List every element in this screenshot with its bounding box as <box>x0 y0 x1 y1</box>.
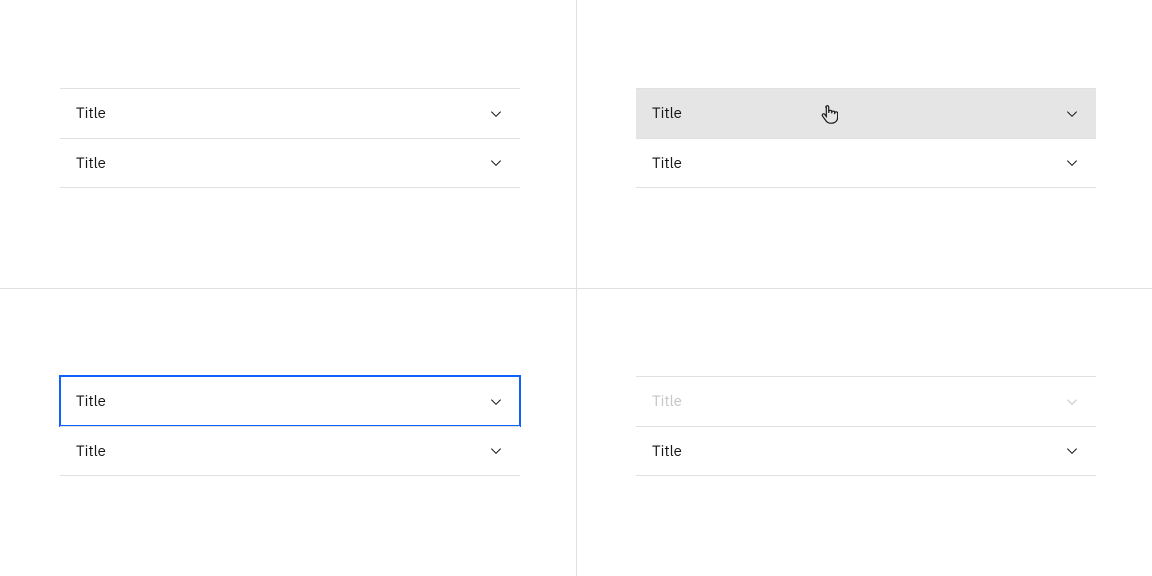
accordion: Title Title <box>60 376 520 476</box>
chevron-down-icon <box>1064 443 1080 459</box>
accordion-title: Title <box>652 392 1064 411</box>
accordion-item[interactable]: Title <box>60 376 520 426</box>
accordion-title: Title <box>652 104 1064 123</box>
accordion-title: Title <box>76 154 488 173</box>
divider-horizontal <box>0 288 1152 289</box>
accordion-title: Title <box>652 154 1064 173</box>
accordion-title: Title <box>76 442 488 461</box>
chevron-down-icon <box>488 106 504 122</box>
accordion-title: Title <box>76 392 488 411</box>
accordion-item[interactable]: Title <box>60 88 520 138</box>
cursor-pointer-icon <box>820 104 838 124</box>
accordion-title: Title <box>652 442 1064 461</box>
accordion: Title Title <box>60 88 520 188</box>
chevron-down-icon <box>1064 155 1080 171</box>
chevron-down-icon <box>1064 106 1080 122</box>
state-disabled-panel: Title Title <box>576 288 1152 576</box>
state-hover-panel: Title Title <box>576 0 1152 288</box>
chevron-down-icon <box>488 394 504 410</box>
chevron-down-icon <box>488 443 504 459</box>
state-focus-panel: Title Title <box>0 288 576 576</box>
state-default-panel: Title Title <box>0 0 576 288</box>
accordion-item[interactable]: Title <box>636 426 1096 476</box>
chevron-down-icon <box>1064 394 1080 410</box>
accordion-item[interactable]: Title <box>636 138 1096 188</box>
accordion-title: Title <box>76 104 488 123</box>
accordion-item[interactable]: Title <box>636 88 1096 138</box>
accordion-item[interactable]: Title <box>60 138 520 188</box>
accordion-item[interactable]: Title <box>60 426 520 476</box>
accordion-item: Title <box>636 376 1096 426</box>
accordion: Title Title <box>636 376 1096 476</box>
chevron-down-icon <box>488 155 504 171</box>
accordion: Title Title <box>636 88 1096 188</box>
